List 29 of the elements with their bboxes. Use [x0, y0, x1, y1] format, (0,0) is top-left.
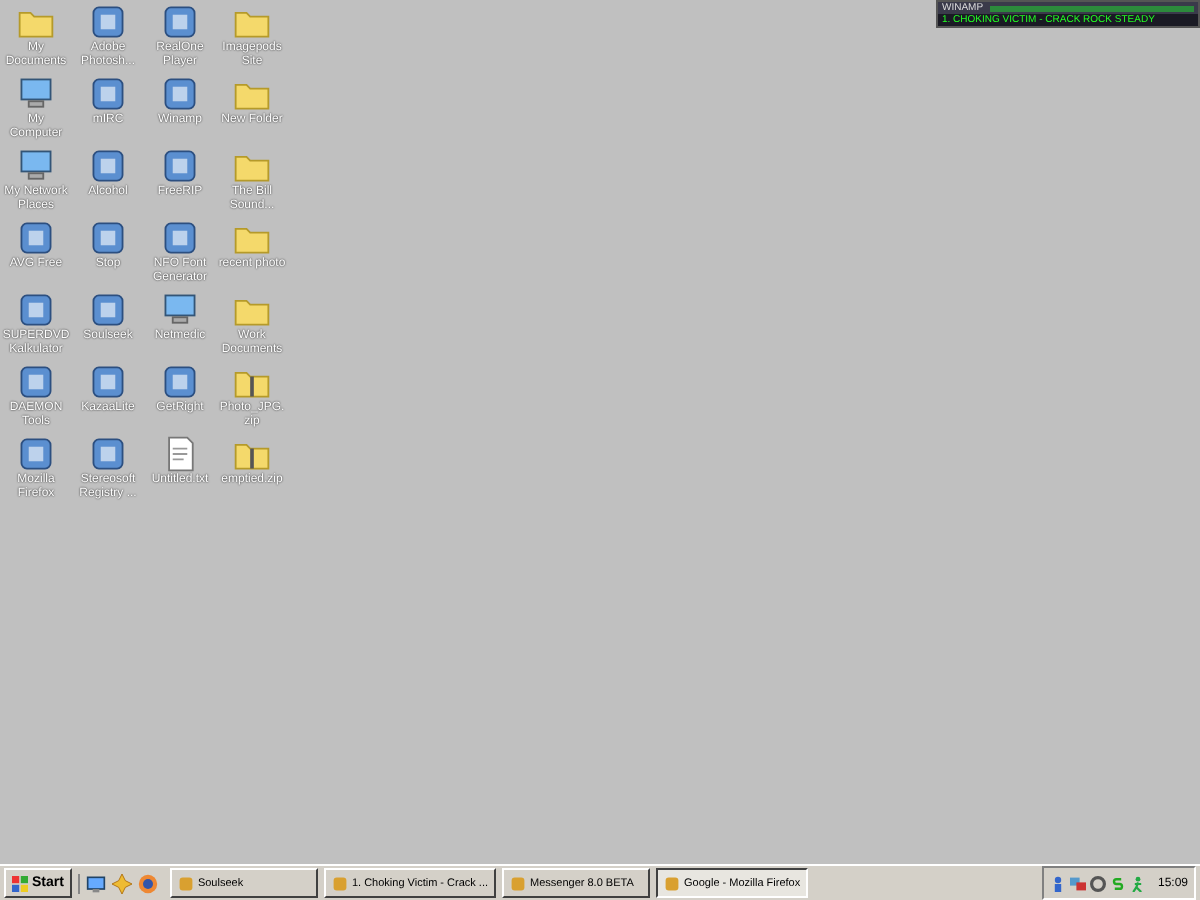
- globe-icon[interactable]: [137, 873, 158, 893]
- application-icon[interactable]: [88, 362, 128, 402]
- person-icon[interactable]: [1049, 875, 1066, 891]
- windows-logo-icon: [12, 875, 28, 891]
- application-icon[interactable]: [16, 218, 56, 258]
- application-icon[interactable]: [16, 434, 56, 474]
- application-icon[interactable]: [160, 362, 200, 402]
- app-icon: [664, 875, 681, 891]
- network-icon[interactable]: [1069, 875, 1086, 891]
- application-icon[interactable]: [88, 218, 128, 258]
- app-icon: [177, 875, 194, 891]
- application-icon[interactable]: [88, 146, 128, 186]
- application-icon[interactable]: [160, 146, 200, 186]
- computer-icon[interactable]: [16, 146, 56, 186]
- application-icon[interactable]: [88, 290, 128, 330]
- application-icon[interactable]: [16, 290, 56, 330]
- application-icon[interactable]: [88, 434, 128, 474]
- computer-icon[interactable]: [160, 290, 200, 330]
- application-icon[interactable]: [160, 218, 200, 258]
- application-icon[interactable]: [16, 362, 56, 402]
- app-icon: [510, 875, 527, 891]
- app-icon: [331, 875, 348, 891]
- application-icon[interactable]: [160, 2, 200, 42]
- application-icon[interactable]: [88, 74, 128, 114]
- application-icon[interactable]: [88, 2, 128, 42]
- star-icon[interactable]: [111, 873, 132, 893]
- computer-icon[interactable]: [16, 74, 56, 114]
- application-icon[interactable]: [160, 74, 200, 114]
- desktop-icon[interactable]: [85, 873, 106, 893]
